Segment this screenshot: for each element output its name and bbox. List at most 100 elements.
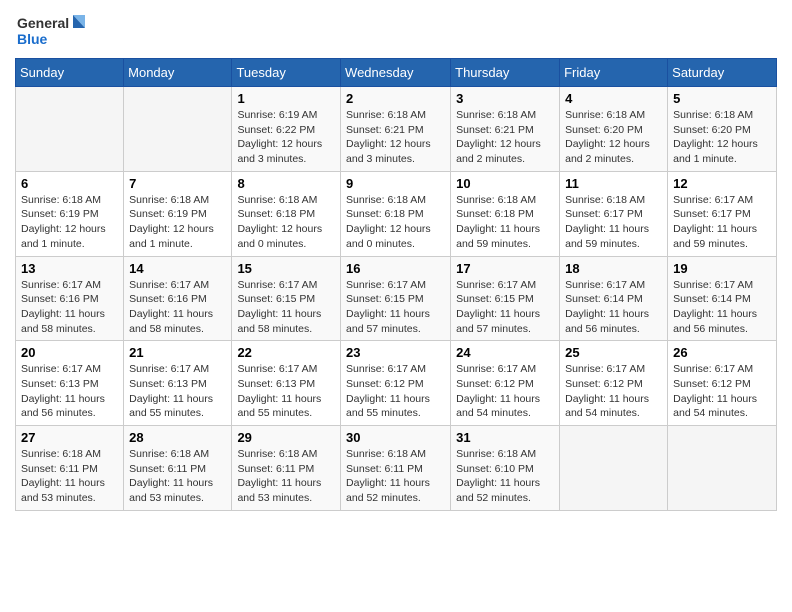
logo-icon: GeneralBlue <box>15 10 95 50</box>
header-cell-tuesday: Tuesday <box>232 59 341 87</box>
day-cell: 6 Sunrise: 6:18 AM Sunset: 6:19 PM Daylig… <box>16 171 124 256</box>
header-cell-friday: Friday <box>560 59 668 87</box>
day-info: Sunrise: 6:18 AM Sunset: 6:18 PM Dayligh… <box>456 193 554 252</box>
day-cell: 11 Sunrise: 6:18 AM Sunset: 6:17 PM Dayli… <box>560 171 668 256</box>
day-cell: 27 Sunrise: 6:18 AM Sunset: 6:11 PM Dayli… <box>16 426 124 511</box>
day-number: 21 <box>129 345 226 360</box>
day-number: 3 <box>456 91 554 106</box>
day-number: 24 <box>456 345 554 360</box>
day-cell: 8 Sunrise: 6:18 AM Sunset: 6:18 PM Daylig… <box>232 171 341 256</box>
day-number: 16 <box>346 261 445 276</box>
day-info: Sunrise: 6:18 AM Sunset: 6:10 PM Dayligh… <box>456 447 554 506</box>
day-info: Sunrise: 6:18 AM Sunset: 6:11 PM Dayligh… <box>237 447 335 506</box>
day-number: 12 <box>673 176 771 191</box>
header-cell-sunday: Sunday <box>16 59 124 87</box>
day-cell: 28Sunrise: 6:18 AM Sunset: 6:11 PM Dayli… <box>124 426 232 511</box>
day-number: 28 <box>129 430 226 445</box>
day-info: Sunrise: 6:17 AM Sunset: 6:13 PM Dayligh… <box>129 362 226 421</box>
day-info: Sunrise: 6:18 AM Sunset: 6:19 PM Dayligh… <box>21 193 118 252</box>
day-number: 10 <box>456 176 554 191</box>
day-cell: 3 Sunrise: 6:18 AM Sunset: 6:21 PM Daylig… <box>451 87 560 172</box>
day-info: Sunrise: 6:17 AM Sunset: 6:16 PM Dayligh… <box>21 278 118 337</box>
day-number: 31 <box>456 430 554 445</box>
day-number: 30 <box>346 430 445 445</box>
day-cell: 25Sunrise: 6:17 AM Sunset: 6:12 PM Dayli… <box>560 341 668 426</box>
day-info: Sunrise: 6:17 AM Sunset: 6:13 PM Dayligh… <box>237 362 335 421</box>
day-info: Sunrise: 6:18 AM Sunset: 6:11 PM Dayligh… <box>21 447 118 506</box>
day-number: 6 <box>21 176 118 191</box>
day-info: Sunrise: 6:17 AM Sunset: 6:15 PM Dayligh… <box>456 278 554 337</box>
header: GeneralBlue <box>15 10 777 50</box>
day-number: 29 <box>237 430 335 445</box>
day-number: 5 <box>673 91 771 106</box>
day-cell: 5 Sunrise: 6:18 AM Sunset: 6:20 PM Daylig… <box>668 87 777 172</box>
day-info: Sunrise: 6:17 AM Sunset: 6:15 PM Dayligh… <box>346 278 445 337</box>
week-row-2: 6 Sunrise: 6:18 AM Sunset: 6:19 PM Daylig… <box>16 171 777 256</box>
day-number: 8 <box>237 176 335 191</box>
day-number: 14 <box>129 261 226 276</box>
day-info: Sunrise: 6:17 AM Sunset: 6:16 PM Dayligh… <box>129 278 226 337</box>
calendar-table: SundayMondayTuesdayWednesdayThursdayFrid… <box>15 58 777 511</box>
logo: GeneralBlue <box>15 10 95 50</box>
day-number: 22 <box>237 345 335 360</box>
day-info: Sunrise: 6:17 AM Sunset: 6:13 PM Dayligh… <box>21 362 118 421</box>
day-cell <box>668 426 777 511</box>
day-info: Sunrise: 6:18 AM Sunset: 6:17 PM Dayligh… <box>565 193 662 252</box>
day-info: Sunrise: 6:18 AM Sunset: 6:18 PM Dayligh… <box>237 193 335 252</box>
day-cell: 30 Sunrise: 6:18 AM Sunset: 6:11 PM Dayli… <box>341 426 451 511</box>
day-number: 15 <box>237 261 335 276</box>
day-info: Sunrise: 6:18 AM Sunset: 6:19 PM Dayligh… <box>129 193 226 252</box>
page: GeneralBlue SundayMondayTuesdayWednesday… <box>0 0 792 612</box>
day-number: 13 <box>21 261 118 276</box>
day-cell: 2Sunrise: 6:18 AM Sunset: 6:21 PM Daylig… <box>341 87 451 172</box>
day-cell: 19Sunrise: 6:17 AM Sunset: 6:14 PM Dayli… <box>668 256 777 341</box>
week-row-5: 27 Sunrise: 6:18 AM Sunset: 6:11 PM Dayli… <box>16 426 777 511</box>
day-info: Sunrise: 6:17 AM Sunset: 6:14 PM Dayligh… <box>673 278 771 337</box>
day-number: 18 <box>565 261 662 276</box>
day-info: Sunrise: 6:18 AM Sunset: 6:21 PM Dayligh… <box>456 108 554 167</box>
day-cell: 10 Sunrise: 6:18 AM Sunset: 6:18 PM Dayli… <box>451 171 560 256</box>
day-cell: 31 Sunrise: 6:18 AM Sunset: 6:10 PM Dayli… <box>451 426 560 511</box>
day-cell: 22 Sunrise: 6:17 AM Sunset: 6:13 PM Dayli… <box>232 341 341 426</box>
day-cell: 17 Sunrise: 6:17 AM Sunset: 6:15 PM Dayli… <box>451 256 560 341</box>
day-cell <box>16 87 124 172</box>
header-cell-thursday: Thursday <box>451 59 560 87</box>
day-cell: 14 Sunrise: 6:17 AM Sunset: 6:16 PM Dayli… <box>124 256 232 341</box>
svg-text:Blue: Blue <box>17 31 48 47</box>
day-info: Sunrise: 6:17 AM Sunset: 6:14 PM Dayligh… <box>565 278 662 337</box>
day-cell: 21 Sunrise: 6:17 AM Sunset: 6:13 PM Dayli… <box>124 341 232 426</box>
day-cell: 15 Sunrise: 6:17 AM Sunset: 6:15 PM Dayli… <box>232 256 341 341</box>
day-cell <box>124 87 232 172</box>
header-cell-saturday: Saturday <box>668 59 777 87</box>
day-number: 26 <box>673 345 771 360</box>
day-number: 25 <box>565 345 662 360</box>
header-cell-wednesday: Wednesday <box>341 59 451 87</box>
day-info: Sunrise: 6:17 AM Sunset: 6:12 PM Dayligh… <box>673 362 771 421</box>
day-cell: 20 Sunrise: 6:17 AM Sunset: 6:13 PM Dayli… <box>16 341 124 426</box>
day-info: Sunrise: 6:18 AM Sunset: 6:11 PM Dayligh… <box>346 447 445 506</box>
day-cell: 16 Sunrise: 6:17 AM Sunset: 6:15 PM Dayli… <box>341 256 451 341</box>
day-cell: 18 Sunrise: 6:17 AM Sunset: 6:14 PM Dayli… <box>560 256 668 341</box>
day-number: 1 <box>237 91 335 106</box>
day-number: 20 <box>21 345 118 360</box>
day-info: Sunrise: 6:17 AM Sunset: 6:15 PM Dayligh… <box>237 278 335 337</box>
day-number: 2 <box>346 91 445 106</box>
day-cell: 9Sunrise: 6:18 AM Sunset: 6:18 PM Daylig… <box>341 171 451 256</box>
svg-text:General: General <box>17 15 69 31</box>
day-number: 27 <box>21 430 118 445</box>
week-row-4: 20 Sunrise: 6:17 AM Sunset: 6:13 PM Dayli… <box>16 341 777 426</box>
day-info: Sunrise: 6:18 AM Sunset: 6:20 PM Dayligh… <box>673 108 771 167</box>
day-cell: 12Sunrise: 6:17 AM Sunset: 6:17 PM Dayli… <box>668 171 777 256</box>
day-info: Sunrise: 6:17 AM Sunset: 6:12 PM Dayligh… <box>456 362 554 421</box>
header-cell-monday: Monday <box>124 59 232 87</box>
day-info: Sunrise: 6:19 AM Sunset: 6:22 PM Dayligh… <box>237 108 335 167</box>
day-cell: 4Sunrise: 6:18 AM Sunset: 6:20 PM Daylig… <box>560 87 668 172</box>
day-number: 23 <box>346 345 445 360</box>
day-cell: 26 Sunrise: 6:17 AM Sunset: 6:12 PM Dayli… <box>668 341 777 426</box>
week-row-1: 1 Sunrise: 6:19 AM Sunset: 6:22 PM Daylig… <box>16 87 777 172</box>
week-row-3: 13 Sunrise: 6:17 AM Sunset: 6:16 PM Dayli… <box>16 256 777 341</box>
day-info: Sunrise: 6:18 AM Sunset: 6:18 PM Dayligh… <box>346 193 445 252</box>
day-number: 17 <box>456 261 554 276</box>
day-info: Sunrise: 6:17 AM Sunset: 6:12 PM Dayligh… <box>346 362 445 421</box>
day-number: 11 <box>565 176 662 191</box>
